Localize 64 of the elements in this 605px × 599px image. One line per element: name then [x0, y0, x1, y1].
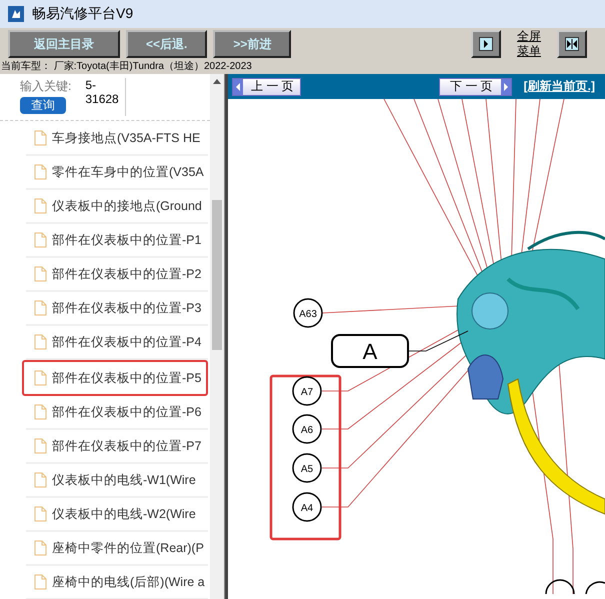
previous-page-button[interactable]: 上 一 页: [232, 78, 301, 96]
tree-item-label: 部件在仪表板中的位置-P2: [52, 266, 202, 282]
tree-item[interactable]: 仪表板中的接地点(Ground: [26, 190, 208, 224]
tree-item[interactable]: 仪表板中的电线-W2(Wire: [26, 498, 208, 532]
callout-label: A4: [292, 492, 322, 522]
tree-item[interactable]: 部件在仪表板中的位置-P4: [26, 326, 208, 360]
document-icon: [34, 198, 47, 214]
scrollbar[interactable]: [210, 74, 224, 599]
cut-callout-drawing: [545, 579, 605, 594]
document-icon: [34, 574, 47, 590]
callout-label: A7: [292, 376, 322, 406]
tree-item-label: 仪表板中的电线-W2(Wire: [52, 506, 196, 522]
tree-item[interactable]: 部件在仪表板中的位置-P5: [22, 360, 208, 396]
callout-label: A6: [292, 414, 322, 444]
split-view-icon[interactable]: [557, 30, 587, 58]
scroll-thumb[interactable]: [212, 200, 222, 350]
next-page-button[interactable]: 下 一 页: [439, 78, 512, 96]
document-icon: [34, 300, 47, 316]
document-icon: [34, 506, 47, 522]
tree-item[interactable]: 仪表板中的电线-W1(Wire: [26, 464, 208, 498]
tree-item[interactable]: 部件在仪表板中的位置-P6: [26, 396, 208, 430]
refresh-link[interactable]: [刷新当前页.]: [524, 78, 595, 95]
document-icon: [34, 472, 47, 488]
scroll-up-icon[interactable]: [213, 79, 221, 84]
tree-item[interactable]: 车身接地点(V35A-FTS HE: [26, 122, 208, 156]
callout-label: A5: [292, 453, 322, 483]
tree-item-label: 部件在仪表板中的位置-P6: [52, 404, 202, 420]
document-icon: [34, 438, 47, 454]
tree-item-label: 部件在仪表板中的位置-P1: [52, 232, 202, 248]
tree-item-label: 仪表板中的电线-W1(Wire: [52, 472, 196, 488]
tree-item[interactable]: 部件在仪表板中的位置-P1: [26, 224, 208, 258]
callout-label: A63: [293, 298, 323, 328]
document-icon: [34, 266, 47, 282]
keyword-field[interactable]: 5-31628: [85, 78, 126, 116]
tree-item-label: 仪表板中的接地点(Ground: [52, 198, 202, 214]
vehicle-info: 当前车型： 厂家:Toyota(丰田)Tundra（坦途）2022-2023: [0, 60, 253, 74]
app-logo-icon: [8, 6, 24, 22]
tree-item[interactable]: 部件在仪表板中的位置-P3: [26, 292, 208, 326]
fullscreen-menu-link[interactable]: 全屏菜单: [517, 29, 541, 59]
expand-icon[interactable]: [471, 30, 501, 58]
tree-item-label: 车身接地点(V35A-FTS HE: [52, 130, 200, 146]
document-icon: [34, 540, 47, 556]
search-button[interactable]: 查询: [20, 97, 66, 114]
tree-item[interactable]: 部件在仪表板中的位置-P2: [26, 258, 208, 292]
window-title: 畅易汽修平台V9: [32, 5, 134, 23]
tree-item-label: 零件在车身中的位置(V35A: [52, 164, 204, 180]
tree-item[interactable]: 零件在车身中的位置(V35A: [26, 156, 208, 190]
tree-item-label: 座椅中零件的位置(Rear)(P: [52, 540, 204, 556]
tree-item[interactable]: 座椅中的电线(后部)(Wire a: [26, 566, 208, 599]
tree-item-label: 部件在仪表板中的位置-P7: [52, 438, 202, 454]
tree-item-label: 部件在仪表板中的位置-P4: [52, 334, 202, 350]
tree-item-label: 部件在仪表板中的位置-P5: [52, 370, 202, 386]
callout-label: A: [331, 330, 468, 368]
document-icon: [34, 130, 47, 146]
document-icon: [34, 404, 47, 420]
document-icon: [34, 370, 47, 386]
search-label: 输入关键:: [20, 78, 72, 95]
tree-item[interactable]: 部件在仪表板中的位置-P7: [26, 430, 208, 464]
tree-item-label: 部件在仪表板中的位置-P3: [52, 300, 202, 316]
document-icon: [34, 232, 47, 248]
tree-item-label: 座椅中的电线(后部)(Wire a: [52, 574, 205, 590]
document-icon: [34, 334, 47, 350]
tree-item[interactable]: 座椅中零件的位置(Rear)(P: [26, 532, 208, 566]
document-icon: [34, 164, 47, 180]
